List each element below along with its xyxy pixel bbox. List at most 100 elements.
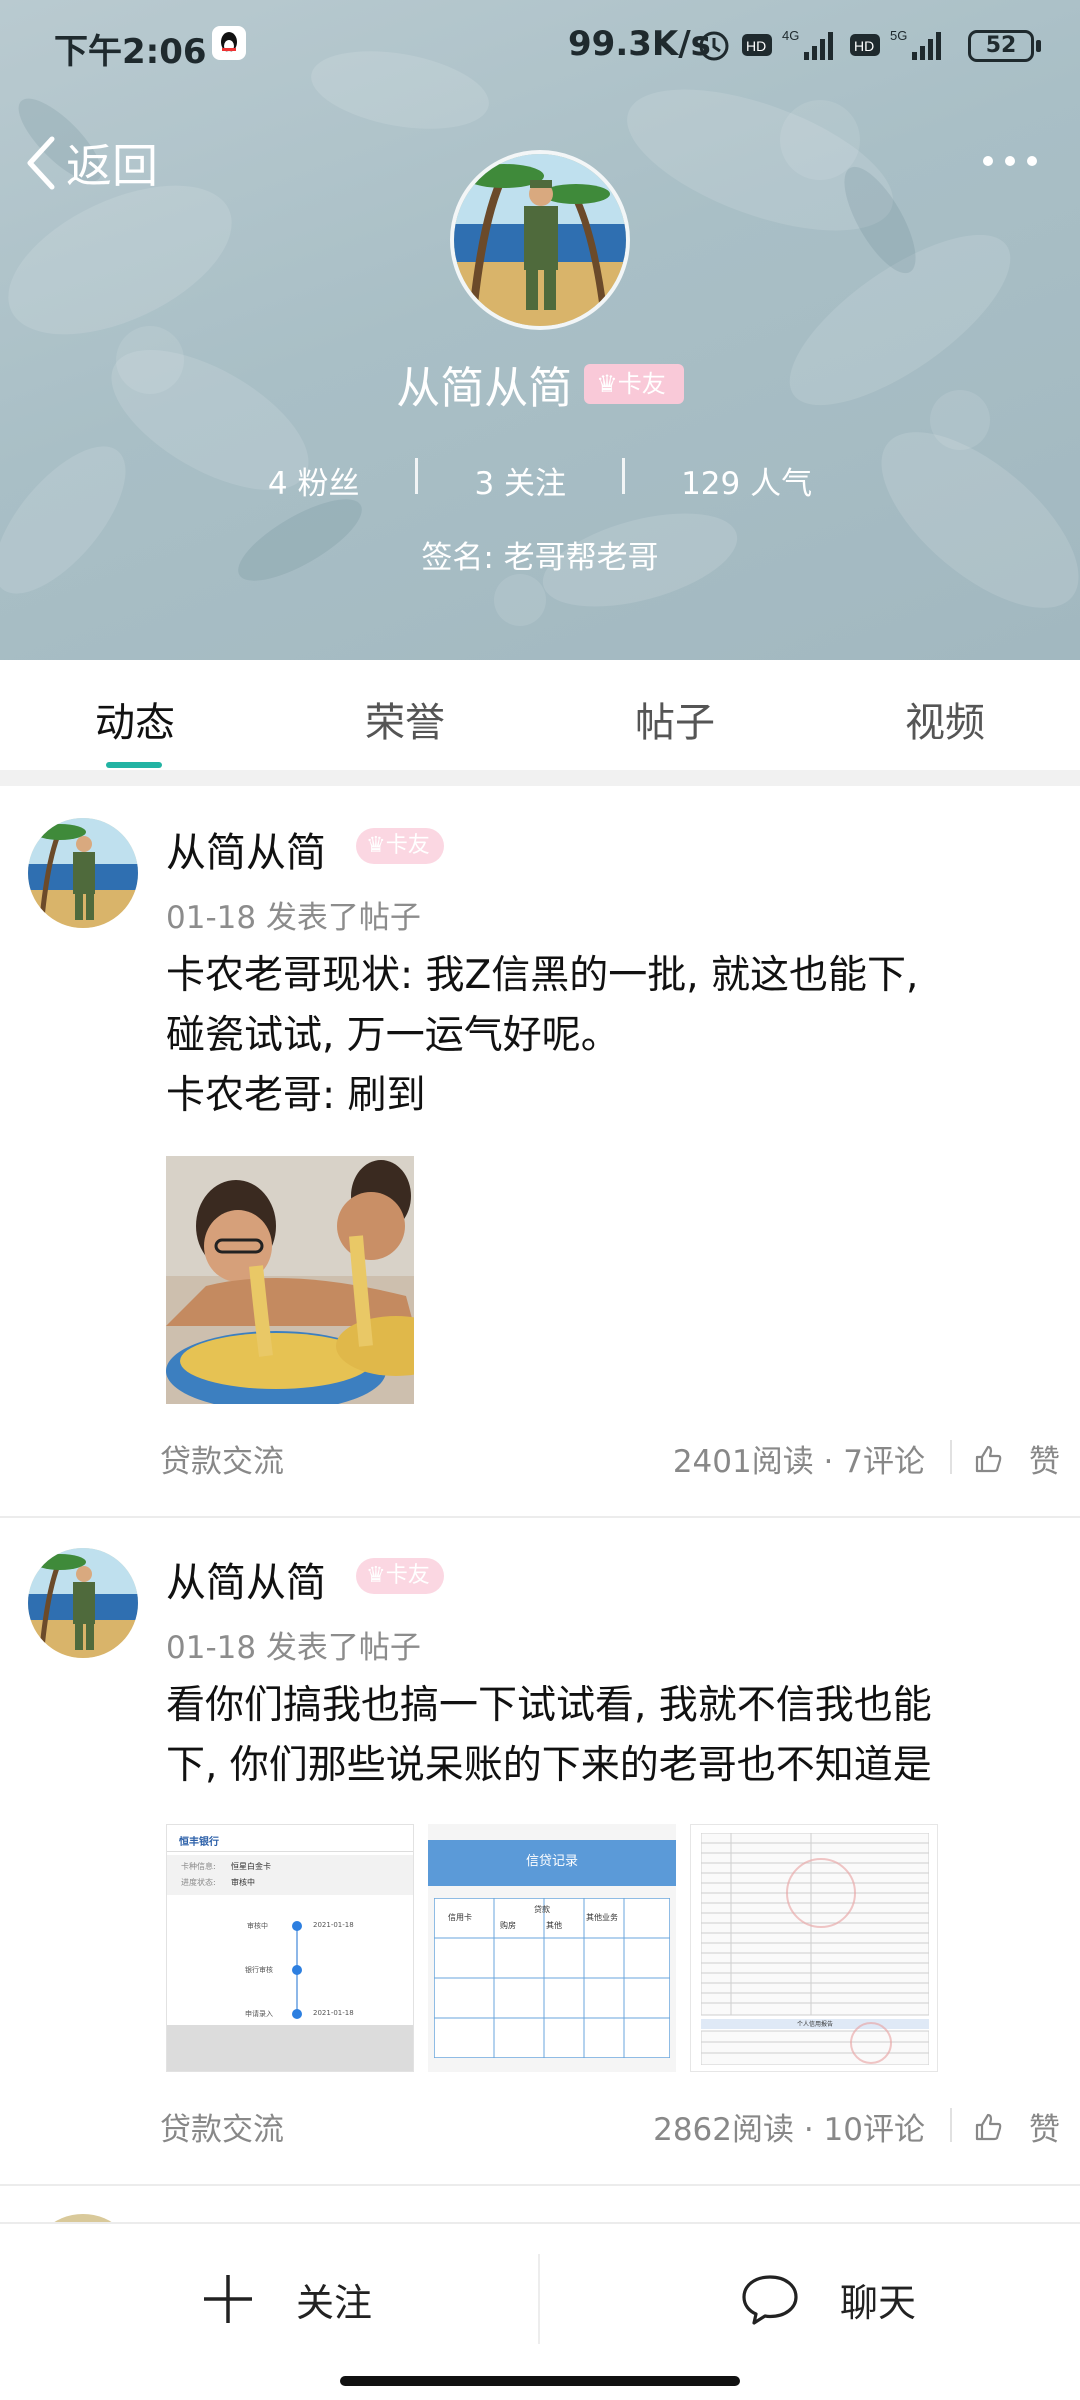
timeline-date: 2021-01-18 (313, 1921, 354, 1929)
post-line: 碰瓷试试, 万一运气好呢。 (166, 1013, 620, 1058)
tab-honors[interactable]: 荣誉 (270, 690, 540, 748)
footer-divider (950, 1440, 952, 1474)
thumb-footer-band (167, 2025, 413, 2071)
author-badge-label: 卡友 (385, 833, 430, 858)
kayou-badge-label: 卡友 (617, 370, 666, 398)
timeline-dot (292, 1965, 302, 1975)
record-col: 其他 (546, 1921, 562, 1930)
author-avatar[interactable] (28, 818, 138, 928)
author-badge-label: 卡友 (385, 1563, 430, 1588)
feed-post[interactable]: 从简从简 ♛卡友 01-18 发表了帖子 卡农老哥现状: 我Z信黑的一批, 就这… (0, 786, 1080, 1518)
crown-icon: ♛ (366, 833, 386, 858)
battery-tip (1036, 40, 1041, 52)
feed-post[interactable]: 从简从简 ♛卡友 01-18 发表了帖子 看你们搞我也搞一下试试看, 我就不信我… (0, 1518, 1080, 2208)
status-row-label: 进度状态: (181, 1878, 216, 1887)
home-indicator[interactable] (340, 2376, 740, 2386)
profile-name: 从简从简 (396, 363, 573, 414)
more-options-icon[interactable] (980, 146, 1040, 176)
qq-notification-icon (212, 26, 246, 60)
post-content[interactable]: 卡农老哥现状: 我Z信黑的一批, 就这也能下, 碰瓷试试, 万一运气好呢。 卡农… (166, 946, 1046, 1126)
post-image-loan-progress[interactable]: 恒丰银行 卡种信息: 恒星白金卡 进度状态: 审核中 审核中 银行审核 申请录入… (166, 1824, 414, 2072)
report-heading: 个人信用报告 (796, 2021, 833, 2028)
author-name[interactable]: 从简从简 (166, 820, 326, 878)
timeline-step: 申请录入 (245, 2010, 273, 2018)
profile-signature: 签名: 老哥帮老哥 (421, 540, 659, 576)
alarm-icon (699, 31, 729, 61)
bottom-bar-divider (538, 2254, 540, 2344)
back-label: 返回 (66, 139, 158, 193)
timeline-dot (292, 2009, 302, 2019)
following-count[interactable]: 3 关注 (418, 458, 622, 503)
plus-icon (204, 2275, 252, 2323)
post-content[interactable]: 看你们搞我也搞一下试试看, 我就不信我也能 下, 你们那些说呆账的下来的老哥也不… (166, 1676, 1046, 1796)
post-meta: 01-18 发表了帖子 (166, 900, 421, 936)
chat-label: 聊天 (840, 2280, 917, 2325)
status-bar: 下午2:06 99.3K/s HD 4G HD 5G 52 (0, 0, 1080, 90)
author-badge: ♛卡友 (356, 1558, 444, 1594)
thumbs-up-icon (975, 2113, 1002, 2140)
network-speed: 99.3K/s (568, 24, 711, 64)
follow-button[interactable]: 关注 (200, 2264, 372, 2334)
thumb-divider (167, 1851, 413, 1852)
post-image-credit-record[interactable]: 信贷记录 信用卡 贷款 购房 其他 其他业务 (428, 1824, 676, 2072)
signal-5g-icon: HD 5G (850, 28, 941, 60)
like-label: 赞 (1029, 1444, 1060, 1480)
svg-text:HD: HD (854, 38, 874, 54)
like-label: 赞 (1029, 2112, 1060, 2148)
record-col: 其他业务 (586, 1913, 618, 1922)
info-box: 卡种信息: 恒星白金卡 进度状态: 审核中 (167, 1855, 413, 1895)
profile-tabs: 动态 荣誉 帖子 视频 (0, 660, 1080, 770)
author-name[interactable]: 从简从简 (166, 1550, 326, 1608)
thumbs-up-icon (975, 1445, 1002, 1472)
report-document (701, 1833, 929, 2065)
post-line: 卡农老哥现状: 我Z信黑的一批, 就这也能下, (166, 953, 919, 998)
timeline-date: 2021-01-18 (313, 2009, 354, 2017)
like-button[interactable]: 赞 (973, 1436, 1060, 1481)
record-col: 购房 (500, 1921, 516, 1930)
post-footer: 贷款交流 2401阅读 · 7评论 赞 (160, 1430, 1060, 1480)
follow-label: 关注 (296, 2280, 373, 2325)
post-read-comment-count: 2862阅读 · 10评论 (653, 2112, 925, 2148)
author-avatar[interactable] (28, 1548, 138, 1658)
post-image[interactable] (166, 1156, 414, 1404)
card-row-label: 卡种信息: (181, 1862, 216, 1871)
chevron-left-icon (27, 136, 55, 190)
post-line: 看你们搞我也搞一下试试看, 我就不信我也能 (166, 1683, 932, 1728)
followers-count[interactable]: 4 粉丝 (212, 458, 416, 503)
bottom-action-bar: 关注 聊天 (0, 2222, 1080, 2400)
battery-indicator: 52 (968, 30, 1034, 62)
post-image-credit-report[interactable]: 个人信用报告 (690, 1824, 938, 2072)
chat-button[interactable]: 聊天 (740, 2264, 916, 2334)
record-title: 信贷记录 (525, 1854, 578, 1869)
profile-header: 下午2:06 99.3K/s HD 4G HD 5G 52 返回 从简从简 ♛卡… (0, 0, 1080, 660)
back-button[interactable]: 返回 (24, 128, 158, 198)
like-button[interactable]: 赞 (973, 2104, 1060, 2149)
post-line: 卡农老哥: 刷到 (166, 1073, 426, 1118)
active-tab-indicator (106, 762, 162, 768)
svg-text:5G: 5G (890, 28, 907, 43)
post-category[interactable]: 贷款交流 (160, 1436, 284, 1481)
record-col: 贷款 (534, 1905, 550, 1914)
author-badge: ♛卡友 (356, 828, 444, 864)
section-divider (0, 770, 1080, 786)
chat-bubble-icon (742, 2275, 798, 2325)
signal-4g-icon: HD 4G (742, 28, 833, 60)
bank-name: 恒丰银行 (179, 1837, 219, 1848)
status-row-value: 审核中 (231, 1878, 255, 1887)
kayou-badge: ♛卡友 (584, 364, 684, 404)
tab-dynamics[interactable]: 动态 (0, 690, 270, 748)
post-divider (0, 2184, 1080, 2186)
tab-videos[interactable]: 视频 (810, 690, 1080, 748)
post-category[interactable]: 贷款交流 (160, 2104, 284, 2149)
tab-posts[interactable]: 帖子 (540, 690, 810, 748)
profile-avatar[interactable] (450, 150, 630, 330)
popularity-count: 129 人气 (681, 466, 813, 502)
record-col: 信用卡 (448, 1913, 472, 1922)
status-time: 下午2:06 (54, 32, 207, 72)
timeline-step: 审核中 (247, 1922, 268, 1930)
card-row-value: 恒星白金卡 (231, 1862, 271, 1871)
profile-name-line: 从简从简 ♛卡友 (0, 352, 1080, 416)
svg-text:HD: HD (746, 38, 766, 54)
post-footer: 贷款交流 2862阅读 · 10评论 赞 (160, 2098, 1060, 2148)
svg-text:4G: 4G (782, 28, 799, 43)
